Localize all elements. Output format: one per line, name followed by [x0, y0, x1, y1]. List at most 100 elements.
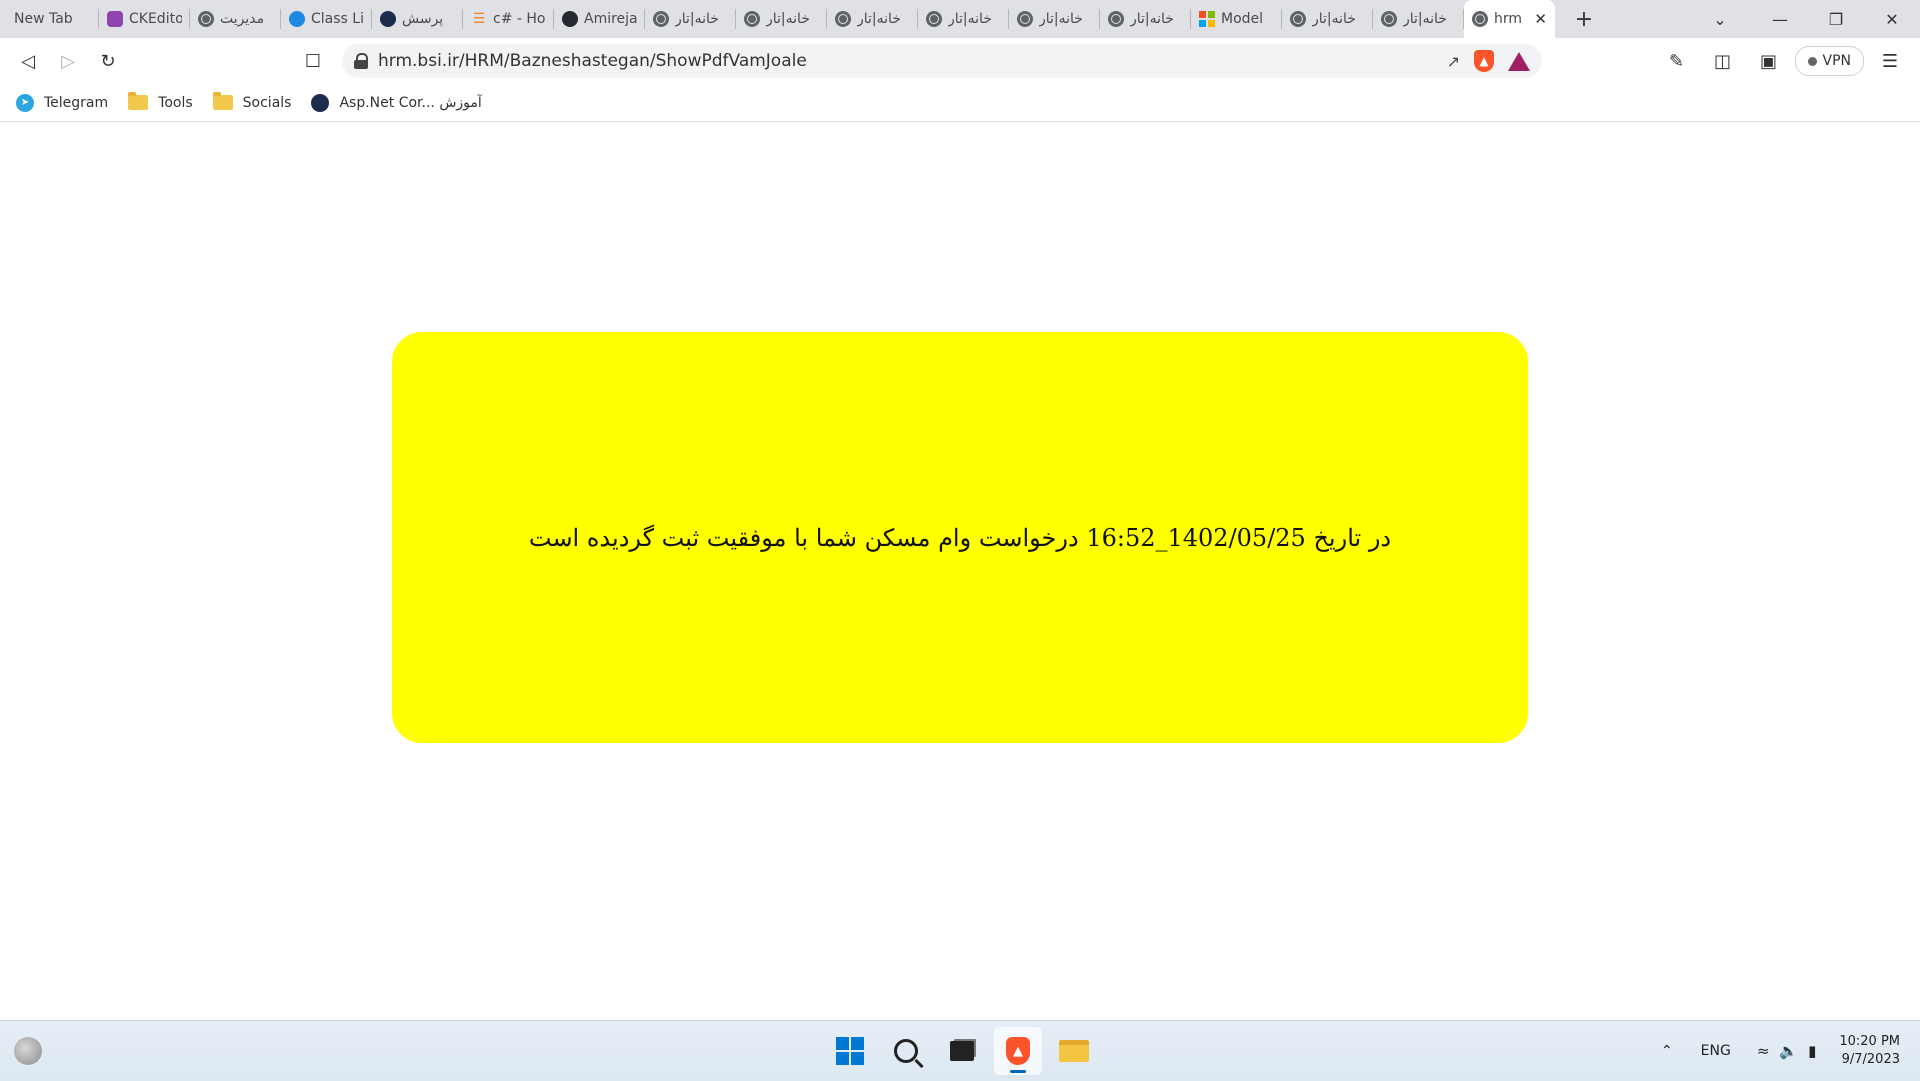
tab-title: خانه|تار — [675, 11, 719, 27]
search-icon — [894, 1039, 918, 1063]
tab[interactable]: Class Li — [281, 0, 372, 38]
brave-browser-icon: ▲ — [1006, 1037, 1030, 1065]
microsoft-icon — [1199, 11, 1215, 27]
globe-icon — [1472, 11, 1488, 27]
file-explorer-icon — [1059, 1040, 1089, 1062]
tab[interactable]: خانه|تار — [1282, 0, 1373, 38]
tab-title: Model — [1221, 11, 1264, 27]
tab-title: CKEditor — [129, 11, 182, 27]
vpn-button[interactable]: VPN — [1794, 46, 1864, 76]
bookmarks-bar: ➤ Telegram Tools Socials Asp.Net Cor... … — [0, 84, 1920, 122]
bookmark-telegram[interactable]: ➤ Telegram — [16, 93, 109, 112]
tab[interactable]: مدیریت — [190, 0, 281, 38]
globe-icon — [1290, 11, 1306, 27]
tab[interactable]: Amireja — [554, 0, 645, 38]
tab-title: پرسش — [402, 11, 444, 27]
globe-icon — [835, 11, 851, 27]
brave-rewards-icon[interactable] — [1508, 51, 1530, 71]
window-controls: ⌄ — ❐ ✕ — [1692, 0, 1920, 38]
tab-title: Amireja — [584, 11, 637, 27]
tab[interactable]: خانه|تار — [645, 0, 736, 38]
tab[interactable]: خانه|تار — [736, 0, 827, 38]
globe-icon — [1017, 11, 1033, 27]
tab-active[interactable]: hrm ✕ — [1464, 0, 1555, 38]
restore-button[interactable]: ❐ — [1808, 10, 1864, 29]
brave-shields-icon[interactable]: ▲ — [1474, 50, 1494, 72]
tab[interactable]: خانه|تار — [1100, 0, 1191, 38]
tab[interactable]: خانه|تار — [1373, 0, 1464, 38]
back-button[interactable]: ◁ — [8, 43, 48, 79]
menu-icon[interactable]: ☰ — [1870, 43, 1910, 79]
search-button[interactable] — [882, 1027, 930, 1075]
start-button[interactable] — [826, 1027, 874, 1075]
new-tab-button[interactable]: + — [1565, 7, 1603, 32]
tab-strip: New Tab CKEditor مدیریت Class Li پرسش ☰ … — [0, 0, 1920, 38]
tab[interactable]: CKEditor — [99, 0, 190, 38]
sidebar-icon[interactable]: ◫ — [1703, 43, 1743, 79]
show-hidden-icons-icon[interactable]: ⌃ — [1661, 1043, 1673, 1059]
tab-search-chevron-icon[interactable]: ⌄ — [1692, 10, 1748, 29]
task-view-icon — [950, 1041, 974, 1061]
folder-icon — [128, 92, 149, 110]
battery-icon[interactable]: ▮ — [1808, 1042, 1816, 1060]
forward-button[interactable]: ▷ — [48, 43, 88, 79]
bookmark-label: Tools — [158, 94, 193, 111]
windows-logo-icon — [836, 1037, 864, 1065]
bookmark-folder-tools[interactable]: Tools — [128, 92, 193, 111]
system-tray: ⌃ ENG ≈ 🔈 ▮ 10:20 PM 9/7/2023 — [1661, 1021, 1920, 1081]
url-text[interactable]: hrm.bsi.ir/HRM/Bazneshastegan/ShowPdfVam… — [378, 51, 1447, 71]
tab[interactable]: پرسش — [372, 0, 463, 38]
bookmark-icon[interactable]: ☐ — [293, 43, 333, 79]
telegram-icon: ➤ — [16, 93, 34, 112]
extensions-icon[interactable]: ✎ — [1657, 43, 1697, 79]
bookmark-folder-socials[interactable]: Socials — [212, 92, 291, 111]
navy-favicon-icon — [380, 11, 396, 27]
tab-title: c# - Ho — [493, 11, 546, 27]
close-tab-icon[interactable]: ✕ — [1534, 10, 1547, 28]
clock[interactable]: 10:20 PM 9/7/2023 — [1839, 1033, 1900, 1069]
bookmark-label: Telegram — [44, 94, 109, 111]
tab-title: خانه|تار — [766, 11, 810, 27]
tab-title: خانه|تار — [1312, 11, 1356, 27]
success-message-box: در تاریخ 1402/05/25_16:52 درخواست وام مس… — [392, 332, 1528, 743]
globe-icon — [198, 11, 214, 27]
tab[interactable]: خانه|تار — [827, 0, 918, 38]
address-bar[interactable]: hrm.bsi.ir/HRM/Bazneshastegan/ShowPdfVam… — [342, 44, 1542, 78]
tab[interactable]: خانه|تار — [918, 0, 1009, 38]
brave-taskbar-button[interactable]: ▲ — [994, 1027, 1042, 1075]
clock-time: 10:20 PM — [1839, 1034, 1900, 1049]
success-message: در تاریخ 1402/05/25_16:52 درخواست وام مس… — [528, 523, 1392, 552]
weather-widget-icon[interactable] — [14, 1037, 42, 1065]
navy-favicon-icon — [311, 93, 330, 112]
wifi-icon[interactable]: ≈ — [1757, 1042, 1770, 1060]
tab-title: خانه|تار — [1130, 11, 1174, 27]
close-window-button[interactable]: ✕ — [1864, 10, 1920, 29]
ckeditor-icon — [107, 11, 123, 27]
globe-icon — [926, 11, 942, 27]
share-icon[interactable]: ↗ — [1447, 52, 1460, 71]
vpn-label: VPN — [1822, 53, 1852, 69]
bookmark-label: Asp.Net Cor... آموزش — [339, 94, 482, 111]
tab-title: مدیریت — [220, 11, 265, 27]
wallet-icon[interactable]: ▣ — [1749, 43, 1789, 79]
task-view-button[interactable] — [938, 1027, 986, 1075]
globe-icon — [744, 11, 760, 27]
file-explorer-button[interactable] — [1050, 1027, 1098, 1075]
tab[interactable]: New Tab — [0, 0, 99, 38]
reload-button[interactable]: ↻ — [88, 43, 128, 79]
vpn-status-icon — [1807, 56, 1817, 66]
page-content: در تاریخ 1402/05/25_16:52 درخواست وام مس… — [0, 123, 1920, 1020]
tab[interactable]: خانه|تار — [1009, 0, 1100, 38]
tab[interactable]: ☰ c# - Ho — [463, 0, 554, 38]
tab-title: hrm — [1494, 11, 1523, 27]
tab[interactable]: Model — [1191, 0, 1282, 38]
language-indicator[interactable]: ENG — [1701, 1043, 1731, 1059]
tab-title: Class Li — [311, 11, 364, 27]
bookmark-aspnet-course[interactable]: Asp.Net Cor... آموزش — [311, 93, 482, 112]
volume-icon[interactable]: 🔈 — [1779, 1042, 1798, 1060]
tab-title: خانه|تار — [857, 11, 901, 27]
browser-toolbar: ◁ ▷ ↻ ☐ hrm.bsi.ir/HRM/Bazneshastegan/Sh… — [0, 38, 1920, 84]
minimize-button[interactable]: — — [1752, 10, 1808, 29]
taskbar: ▲ ⌃ ENG ≈ 🔈 ▮ 10:20 PM 9/7/2023 — [0, 1020, 1920, 1081]
folder-icon — [212, 92, 233, 110]
